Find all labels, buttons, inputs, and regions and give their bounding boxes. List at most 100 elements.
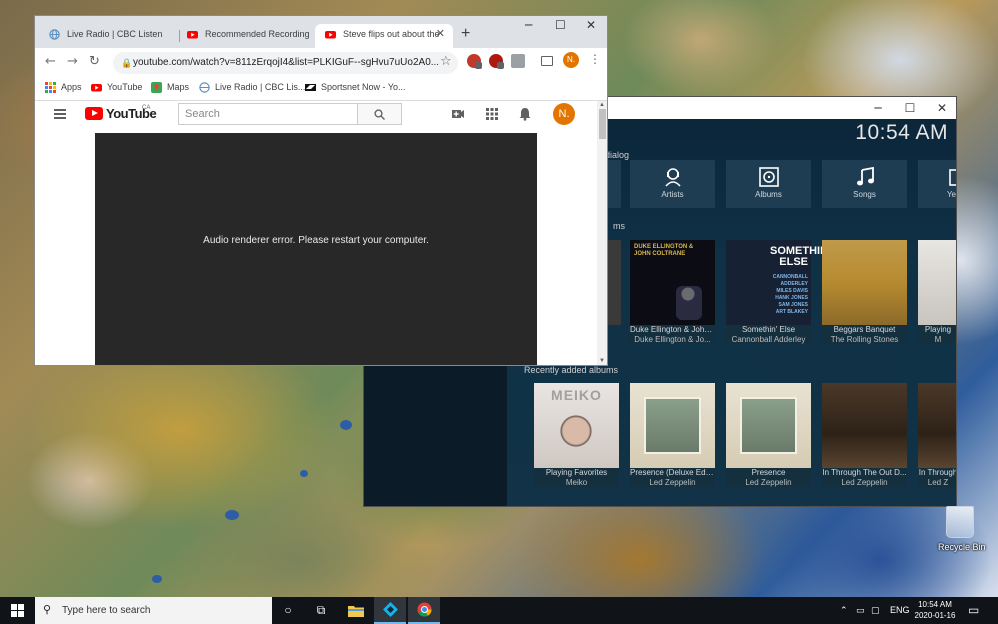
album-card[interactable]: MEIKO Playing Favorites Meiko — [534, 383, 619, 487]
notifications-bell-icon[interactable] — [518, 107, 532, 121]
youtube-logo-icon[interactable] — [85, 107, 103, 120]
video-player[interactable]: Audio renderer error. Please restart you… — [95, 133, 537, 365]
bookmark-star-icon[interactable]: ☆ — [440, 53, 452, 69]
kodi-tile-albums[interactable]: Albums — [726, 160, 811, 208]
action-center-icon[interactable]: ▭ — [968, 597, 979, 624]
tile-label: Ye — [946, 190, 956, 199]
chrome-window[interactable]: Live Radio | CBC Listen Recommended Reco… — [34, 15, 608, 366]
profile-avatar[interactable]: N. — [563, 52, 579, 68]
address-bar[interactable]: 🔒 youtube.com/watch?v=811zErqojI4&list=P… — [113, 52, 458, 74]
album-title: Beggars Banquet — [822, 325, 907, 335]
create-video-icon[interactable] — [451, 107, 465, 121]
scroll-thumb[interactable] — [599, 109, 606, 139]
tab-steve-flips-out[interactable]: Steve flips out about the ✕ — [315, 24, 453, 48]
chrome-taskbar-icon[interactable] — [408, 597, 440, 624]
bookmark-cbc-listen[interactable]: Live Radio | CBC Lis... — [199, 82, 306, 93]
minimize-icon[interactable]: ─ — [525, 18, 532, 32]
tile-label: Songs — [853, 190, 876, 199]
album-title: Presence (Deluxe Edit... — [630, 468, 715, 478]
kodi-tile-partial[interactable] — [607, 160, 621, 208]
album-artist: Led Z — [918, 477, 956, 487]
album-cover-photo — [740, 397, 797, 454]
globe-icon — [49, 29, 60, 40]
album-title: Duke Ellington & John ... — [630, 325, 715, 335]
maximize-icon[interactable]: ☐ — [555, 18, 566, 32]
extension-cast-icon[interactable] — [511, 54, 525, 68]
bookmark-apps[interactable]: Apps — [45, 82, 82, 93]
bookmark-maps[interactable]: Maps — [151, 82, 190, 93]
monitor-icon[interactable]: ▢ — [871, 597, 880, 624]
wallpaper-lake — [152, 575, 162, 583]
album-card[interactable]: SOMETHIN' ELSE CANNONBALL ADDERLEY MILES… — [726, 240, 831, 344]
extension-ublock-icon[interactable] — [489, 54, 504, 69]
album-cover — [918, 383, 956, 468]
wallpaper-lake — [300, 470, 308, 477]
close-icon[interactable]: ✕ — [926, 97, 956, 119]
hamburger-menu-icon[interactable] — [54, 109, 66, 119]
album-card[interactable]: Playing M — [918, 240, 956, 344]
maximize-icon[interactable]: ☐ — [894, 97, 926, 119]
search-icon: ⚲ — [43, 604, 52, 616]
back-icon[interactable]: ← — [45, 54, 56, 69]
recycle-bin[interactable]: Recycle Bin — [938, 506, 986, 552]
album-card[interactable]: DUKE ELLINGTON & JOHN COLTRANE Duke Elli… — [630, 240, 715, 344]
bookmark-sportsnet[interactable]: Sportsnet Now - Yo... — [305, 82, 406, 92]
kodi-recent-albums-label: Recently added albums — [524, 365, 619, 375]
bookmark-youtube[interactable]: YouTube — [91, 82, 142, 92]
bookmark-label: Maps — [167, 82, 190, 92]
scroll-down-icon[interactable]: ▼ — [599, 358, 605, 364]
tab-strip: Live Radio | CBC Listen Recommended Reco… — [35, 16, 607, 48]
youtube-search-input[interactable]: Search — [178, 103, 358, 125]
youtube-region-code: CA — [142, 105, 151, 111]
chrome-icon — [417, 602, 431, 617]
album-title: Playing — [918, 325, 956, 335]
task-view-icon[interactable]: ⧉ — [305, 597, 337, 624]
album-card[interactable]: In Through Led Z — [918, 383, 956, 487]
close-icon[interactable]: ✕ — [586, 18, 596, 32]
album-cover — [607, 240, 621, 325]
page-scrollbar[interactable]: ▲ ▼ — [597, 101, 607, 365]
taskbar-clock[interactable]: 10:54 AM 2020-01-16 — [912, 599, 958, 621]
kodi-taskbar-icon[interactable] — [374, 597, 406, 624]
globe-icon — [199, 82, 210, 93]
album-card[interactable]: Beggars Banquet The Rolling Stones — [822, 240, 907, 344]
scroll-up-icon[interactable]: ▲ — [599, 102, 605, 108]
extension-badge — [475, 62, 482, 69]
language-indicator[interactable]: ENG — [890, 597, 910, 624]
album-icon — [758, 167, 779, 187]
youtube-search-button[interactable] — [358, 103, 402, 125]
taskbar-search-placeholder: Type here to search — [62, 605, 151, 616]
album-artist: Led Zeppelin — [630, 477, 715, 487]
extension-adblock-icon[interactable] — [467, 54, 482, 69]
file-explorer-icon[interactable] — [340, 597, 372, 624]
tab-cbc-listen[interactable]: Live Radio | CBC Listen — [39, 24, 177, 48]
album-card[interactable]: Presence Led Zeppelin — [726, 383, 811, 487]
kodi-tile-songs[interactable]: Songs — [822, 160, 907, 208]
tab-recommended-recording[interactable]: Recommended Recording — [177, 24, 315, 48]
kodi-tile-artists[interactable]: Artists — [630, 160, 715, 208]
new-tab-icon[interactable]: + — [461, 25, 470, 43]
youtube-icon — [325, 31, 336, 39]
bookmark-label: Live Radio | CBC Lis... — [215, 82, 306, 92]
album-cover — [822, 240, 907, 325]
album-card[interactable]: Presence (Deluxe Edit... Led Zeppelin — [630, 383, 715, 487]
kodi-tile-years[interactable]: Ye — [918, 160, 956, 208]
youtube-account-avatar[interactable]: N. — [553, 103, 575, 125]
tab-close-icon[interactable]: ✕ — [436, 24, 445, 44]
forward-icon[interactable]: → — [67, 54, 78, 69]
apps-grid-icon[interactable] — [485, 107, 499, 121]
album-partial[interactable] — [607, 240, 621, 325]
media-queue-icon[interactable] — [541, 56, 553, 66]
album-artist: Meiko — [534, 477, 619, 487]
windows-start-icon[interactable] — [11, 604, 24, 617]
cortana-icon[interactable]: ○ — [272, 597, 304, 624]
menu-kebab-icon[interactable]: ⋮ — [589, 52, 601, 66]
show-hidden-icons-chevron[interactable]: ⌃ — [840, 597, 848, 624]
minimize-icon[interactable]: ─ — [862, 97, 894, 119]
tile-label: Albums — [755, 190, 782, 199]
network-icon[interactable]: ▭ — [856, 597, 865, 624]
album-card[interactable]: In Through The Out D... Led Zeppelin — [822, 383, 907, 487]
taskbar-search-box[interactable]: ⚲ Type here to search — [35, 597, 272, 624]
reload-icon[interactable]: ↻ — [89, 54, 100, 69]
album-cover-text: DUKE ELLINGTON & JOHN COLTRANE — [634, 244, 694, 257]
